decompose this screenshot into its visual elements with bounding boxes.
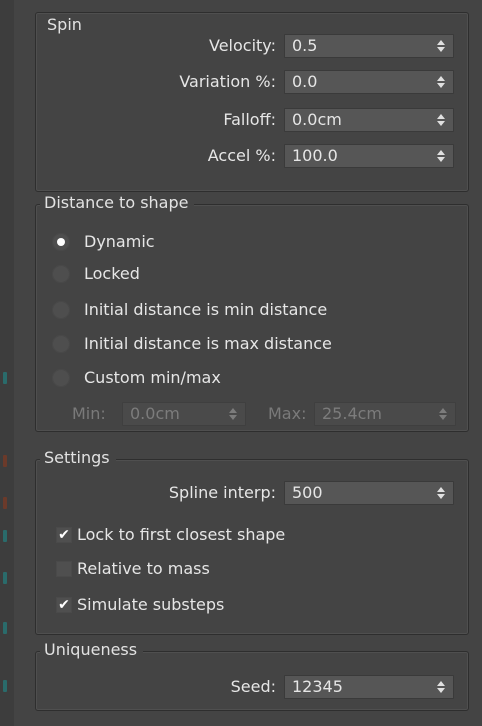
lock-to-first-checkbox-row[interactable]: ✔ Lock to first closest shape [56,522,386,548]
spline-interp-value[interactable]: 500 [292,482,323,504]
radio-dynamic-label[interactable]: Dynamic [84,229,155,255]
max-value[interactable]: 25.4cm [322,403,382,425]
checkbox-empty[interactable] [56,561,72,577]
radio-initial-max-label[interactable]: Initial distance is max distance [84,331,332,357]
spline-interp-label: Spline interp: [168,483,276,502]
falloff-spinner[interactable]: 0.0cm [284,108,454,132]
simulate-substeps-checkbox-row[interactable]: ✔ Simulate substeps [56,592,386,618]
velocity-spinner[interactable]: 0.5 [284,34,454,58]
velocity-value[interactable]: 0.5 [292,35,317,57]
edge-marker [3,372,7,384]
simulate-substeps-label[interactable]: Simulate substeps [77,592,224,618]
left-edge-strip [0,0,15,726]
settings-group-title: Settings [40,448,116,468]
radio-dynamic[interactable]: Dynamic [52,229,352,255]
relative-to-mass-checkbox-row[interactable]: Relative to mass [56,556,386,582]
spinner-arrows-icon[interactable] [437,114,445,126]
spinner-arrows-icon[interactable] [437,76,445,88]
radio-button[interactable] [52,233,70,251]
max-spinner[interactable]: 25.4cm [314,402,456,426]
max-label: Max: [268,404,307,423]
seed-spinner[interactable]: 12345 [284,675,454,699]
edge-marker [3,455,7,467]
seed-row: Seed: 12345 [36,674,468,700]
accel-row: Accel %: 100.0 [36,143,468,169]
spin-group-title: Spin [44,15,88,35]
spinner-arrows-icon[interactable] [437,487,445,499]
radio-custom-label[interactable]: Custom min/max [84,365,221,391]
uniqueness-group-title: Uniqueness [40,640,144,660]
radio-initial-min[interactable]: Initial distance is min distance [52,297,432,323]
falloff-row: Falloff: 0.0cm [36,107,468,133]
spin-group: Spin Velocity: 0.5 Variation %: 0.0 Fall… [35,12,469,192]
min-spinner[interactable]: 0.0cm [122,402,246,426]
radio-button[interactable] [52,301,70,319]
spinner-arrows-icon[interactable] [229,408,237,420]
variation-spinner[interactable]: 0.0 [284,70,454,94]
seed-value[interactable]: 12345 [292,676,343,698]
distance-group: Distance to shape Dynamic Locked Initial… [35,193,469,432]
edge-marker [3,497,7,509]
falloff-label: Falloff: [223,110,276,129]
max-row: Max: 25.4cm [262,401,468,427]
velocity-label: Velocity: [209,36,276,55]
min-row: Min: 0.0cm [36,401,256,427]
variation-row: Variation %: 0.0 [36,69,468,95]
accel-spinner[interactable]: 100.0 [284,144,454,168]
uniqueness-group: Uniqueness Seed: 12345 [35,640,469,711]
checkmark-icon[interactable]: ✔ [56,527,72,543]
accel-value[interactable]: 100.0 [292,145,338,167]
settings-group: Settings Spline interp: 500 ✔ Lock to fi… [35,448,469,635]
min-value[interactable]: 0.0cm [130,403,180,425]
edge-marker [3,680,7,692]
checkmark-icon[interactable]: ✔ [56,597,72,613]
lock-to-first-label[interactable]: Lock to first closest shape [77,522,285,548]
spinner-arrows-icon[interactable] [437,681,445,693]
spinner-arrows-icon[interactable] [439,408,447,420]
radio-initial-max[interactable]: Initial distance is max distance [52,331,432,357]
seed-label: Seed: [230,677,276,696]
distance-group-title: Distance to shape [40,193,195,213]
edge-marker [3,622,7,634]
falloff-value[interactable]: 0.0cm [292,109,342,131]
variation-label: Variation %: [179,72,276,91]
radio-initial-min-label[interactable]: Initial distance is min distance [84,297,327,323]
spline-interp-spinner[interactable]: 500 [284,481,454,505]
radio-locked-label[interactable]: Locked [84,261,140,287]
variation-value[interactable]: 0.0 [292,71,317,93]
edge-marker [3,572,7,584]
spinner-arrows-icon[interactable] [437,40,445,52]
accel-label: Accel %: [207,146,276,165]
radio-custom[interactable]: Custom min/max [52,365,352,391]
min-label: Min: [72,404,106,423]
velocity-row: Velocity: 0.5 [36,33,468,59]
radio-locked[interactable]: Locked [52,261,352,287]
edge-marker [3,530,7,542]
spline-interp-row: Spline interp: 500 [36,480,468,506]
radio-button[interactable] [52,265,70,283]
relative-to-mass-label[interactable]: Relative to mass [77,556,210,582]
radio-button[interactable] [52,369,70,387]
radio-button[interactable] [52,335,70,353]
spinner-arrows-icon[interactable] [437,150,445,162]
rollout-panel: Spin Velocity: 0.5 Variation %: 0.0 Fall… [14,0,482,726]
